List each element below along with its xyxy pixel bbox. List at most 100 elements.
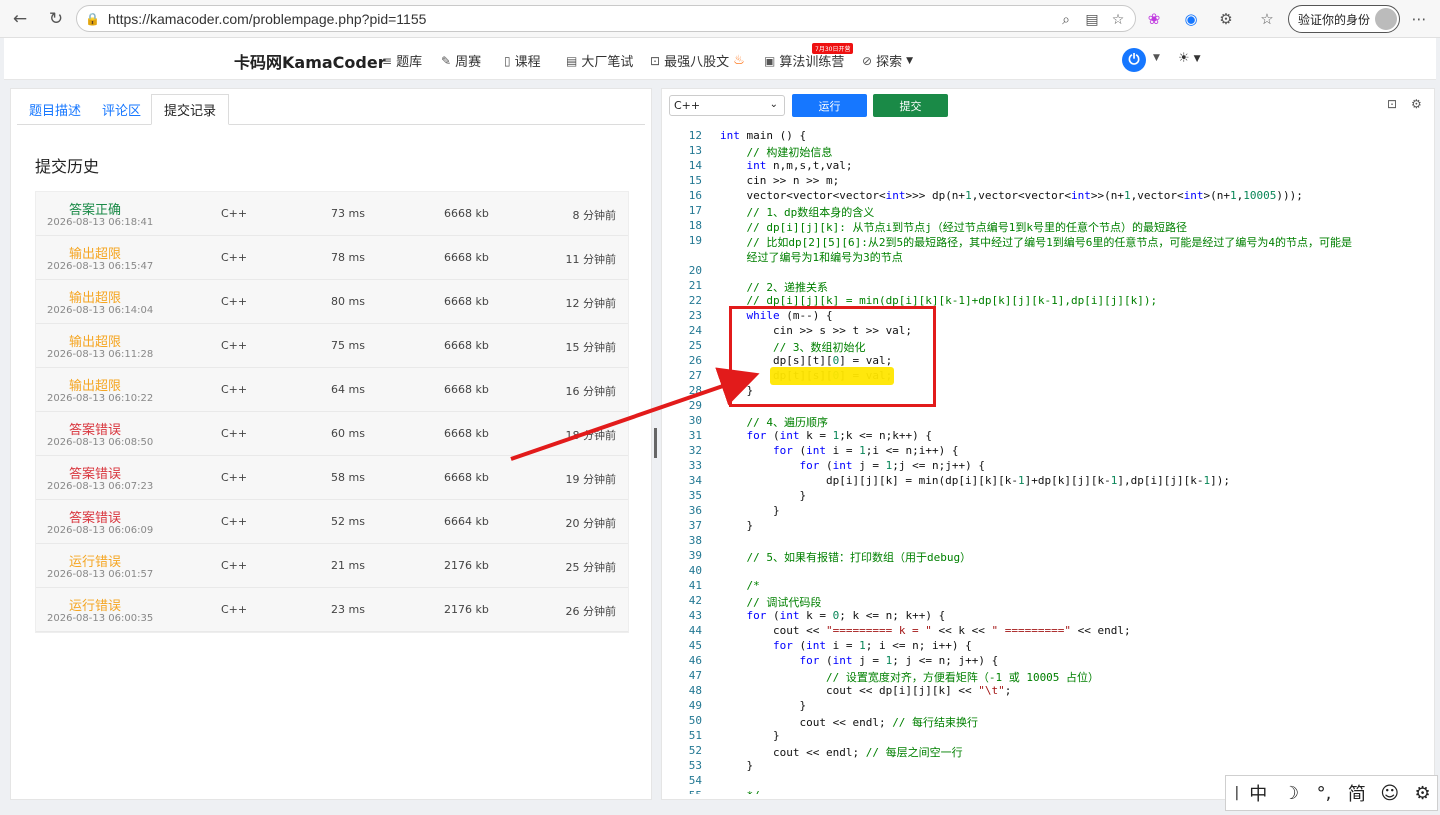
code-text: 经过了编号为1和编号为3的节点 — [720, 251, 903, 264]
table-row[interactable]: 输出超限 2026-08-13 06:11:28 C++ 75 ms 6668 kb 15… — [36, 324, 628, 368]
emoji-icon[interactable]: ☺ — [1375, 783, 1404, 804]
nav-courses[interactable]: ▯ 课程 — [504, 51, 541, 71]
punctuation-icon[interactable]: °, — [1310, 783, 1339, 804]
submission-status[interactable]: 运行错误 — [69, 595, 121, 614]
verify-identity-label: 验证你的身份 — [1298, 12, 1371, 27]
code-line: 13 // 构建初始信息 — [668, 144, 1424, 159]
back-icon[interactable]: ← — [8, 7, 32, 31]
submission-status[interactable]: 答案错误 — [69, 507, 121, 526]
submission-time: 75 ms — [331, 339, 365, 352]
submission-memory: 6668 kb — [444, 427, 489, 440]
submission-status[interactable]: 答案错误 — [69, 463, 121, 482]
table-row[interactable]: 运行错误 2026-08-13 06:01:57 C++ 21 ms 2176 kb 25… — [36, 544, 628, 588]
code-line: 34 dp[i][j][k] = min(dp[i][k][k-1]+dp[k]… — [668, 474, 1424, 489]
tab-comments[interactable]: 评论区 — [102, 94, 141, 125]
power-icon[interactable]: ⏻ — [1122, 48, 1146, 72]
table-row[interactable]: 答案错误 2026-08-13 06:06:09 C++ 52 ms 6664 kb 20… — [36, 500, 628, 544]
code-text: */ — [720, 789, 759, 794]
submission-status[interactable]: 运行错误 — [69, 551, 121, 570]
settings-icon[interactable]: ⚙ — [1408, 783, 1437, 804]
zoom-icon[interactable]: ⌕ — [1057, 11, 1075, 29]
line-number: 14 — [688, 159, 702, 172]
code-line: 39 // 5、如果有报错：打印数组（用于debug） — [668, 549, 1424, 564]
code-text: // dp[i][j][k]: 从节点i到节点j（经过节点编号1到k号里的任意个… — [720, 221, 1187, 234]
copilot-icon[interactable]: ❀ — [1143, 8, 1165, 30]
submission-language: C++ — [221, 383, 248, 396]
site-logo[interactable]: 卡码网KamaCoder — [234, 49, 386, 73]
language-select[interactable]: C++ ⌄ — [669, 95, 785, 116]
line-number: 25 — [688, 339, 702, 352]
simplified-icon[interactable]: 简 — [1342, 780, 1371, 806]
annotation-box — [729, 306, 936, 407]
nav-problems[interactable]: ≡ 题库 — [382, 51, 422, 71]
code-line: 经过了编号为1和编号为3的节点 — [668, 249, 1424, 264]
theme-toggle[interactable]: ☀ ▼ — [1178, 51, 1201, 66]
extension-icon[interactable]: ◉ — [1180, 8, 1202, 30]
table-row[interactable]: 运行错误 2026-08-13 06:00:35 C++ 23 ms 2176 kb 26… — [36, 588, 628, 632]
submission-ago: 26 分钟前 — [565, 605, 617, 618]
submission-status[interactable]: 输出超限 — [69, 375, 121, 394]
reload-icon[interactable]: ↻ — [44, 7, 68, 31]
code-text: // 设置宽度对齐，方便看矩阵（-1 或 10005 占位） — [720, 671, 1100, 684]
submission-status[interactable]: 输出超限 — [69, 331, 121, 350]
run-button[interactable]: 运行 — [792, 94, 867, 117]
nav-weekly-contest[interactable]: ✎ 周赛 — [441, 51, 481, 71]
code-text: dp[i][j][k] = min(dp[i][k][k-1]+dp[k][j]… — [720, 474, 1230, 487]
line-number: 38 — [688, 534, 702, 547]
chevron-down-icon[interactable]: ▼ — [1153, 53, 1160, 63]
code-view-icon[interactable]: ⊡ — [1387, 97, 1397, 111]
code-line: 33 for (int j = 1;j <= n;j++) { — [668, 459, 1424, 474]
address-bar[interactable]: 🔒 https://kamacoder.com/problempage.php?… — [76, 5, 1136, 32]
line-number: 12 — [688, 129, 702, 142]
moon-icon[interactable]: ☽ — [1277, 783, 1306, 804]
chinese-mode-icon[interactable]: 中 — [1244, 780, 1273, 806]
table-row[interactable]: 输出超限 2026-08-13 06:14:04 C++ 80 ms 6668 kb 12… — [36, 280, 628, 324]
verify-identity-button[interactable]: 验证你的身份 — [1288, 5, 1400, 33]
code-line: 48 cout << dp[i][j][k] << "\t"; — [668, 684, 1424, 699]
nav-label: 最强八股文 — [664, 55, 730, 70]
table-row[interactable]: 答案错误 2026-08-13 06:07:23 C++ 58 ms 6668 kb 19… — [36, 456, 628, 500]
code-text: // 比如dp[2][5][6]:从2到5的最短路径，其中经过了编号1到编号6里… — [720, 236, 1352, 249]
tab-description[interactable]: 题目描述 — [29, 94, 81, 125]
table-row[interactable]: 答案正确 2026-08-13 06:18:41 C++ 73 ms 6668 kb 8 … — [36, 192, 628, 236]
nav-interview-notes[interactable]: ⊡ 最强八股文 ♨ — [650, 51, 745, 70]
submission-memory: 6668 kb — [444, 471, 489, 484]
submission-memory: 6664 kb — [444, 515, 489, 528]
nav-explore[interactable]: ⊘ 探索 ▼ — [862, 51, 913, 71]
code-line: 41 /* — [668, 579, 1424, 594]
submit-button[interactable]: 提交 — [873, 94, 948, 117]
reader-icon[interactable]: ▤ — [1083, 11, 1101, 29]
nav-label: 大厂笔试 — [581, 55, 634, 70]
table-row[interactable]: 输出超限 2026-08-13 06:15:47 C++ 78 ms 6668 kb 11… — [36, 236, 628, 280]
line-number: 18 — [688, 219, 702, 232]
line-number: 15 — [688, 174, 702, 187]
chevron-down-icon: ▼ — [1193, 53, 1201, 64]
panel-resize-handle[interactable] — [654, 428, 657, 458]
submission-status[interactable]: 答案错误 — [69, 419, 121, 438]
page-title: 提交历史 — [35, 157, 100, 176]
extensions-puzzle-icon[interactable]: ⚙ — [1215, 8, 1237, 30]
code-editor[interactable]: 12 int main () {13 // 构建初始信息 14 int n,m,s,… — [668, 126, 1424, 794]
tab-submissions[interactable]: 提交记录 — [151, 94, 230, 125]
submission-language: C++ — [221, 207, 248, 220]
submission-status[interactable]: 输出超限 — [69, 287, 121, 306]
favorites-icon[interactable]: ☆ — [1256, 8, 1278, 30]
nav-company-exams[interactable]: ▤ 大厂笔试 — [566, 51, 634, 71]
browser-toolbar: ← ↻ 🔒 https://kamacoder.com/problempage.… — [0, 0, 1440, 38]
submission-language: C++ — [221, 251, 248, 264]
line-number: 20 — [688, 264, 702, 277]
code-text: cout << endl; // 每层之间空一行 — [720, 746, 963, 759]
code-line: 40 — [668, 564, 1424, 579]
table-row[interactable]: 输出超限 2026-08-13 06:10:22 C++ 64 ms 6668 kb 16… — [36, 368, 628, 412]
submission-status[interactable]: 答案正确 — [69, 199, 121, 218]
lock-icon: 🔒 — [85, 11, 100, 26]
table-row[interactable]: 答案错误 2026-08-13 06:08:50 C++ 60 ms 6668 kb 18… — [36, 412, 628, 456]
code-text: // 2、递推关系 — [720, 281, 828, 294]
more-menu-icon[interactable]: ⋯ — [1408, 8, 1430, 30]
favorite-star-icon[interactable]: ☆ — [1109, 11, 1127, 29]
submission-status[interactable]: 输出超限 — [69, 243, 121, 262]
book-icon: ▯ — [504, 53, 511, 68]
code-line: 53 } — [668, 759, 1424, 774]
code-line: 37 } — [668, 519, 1424, 534]
settings-icon[interactable]: ⚙ — [1411, 97, 1422, 111]
